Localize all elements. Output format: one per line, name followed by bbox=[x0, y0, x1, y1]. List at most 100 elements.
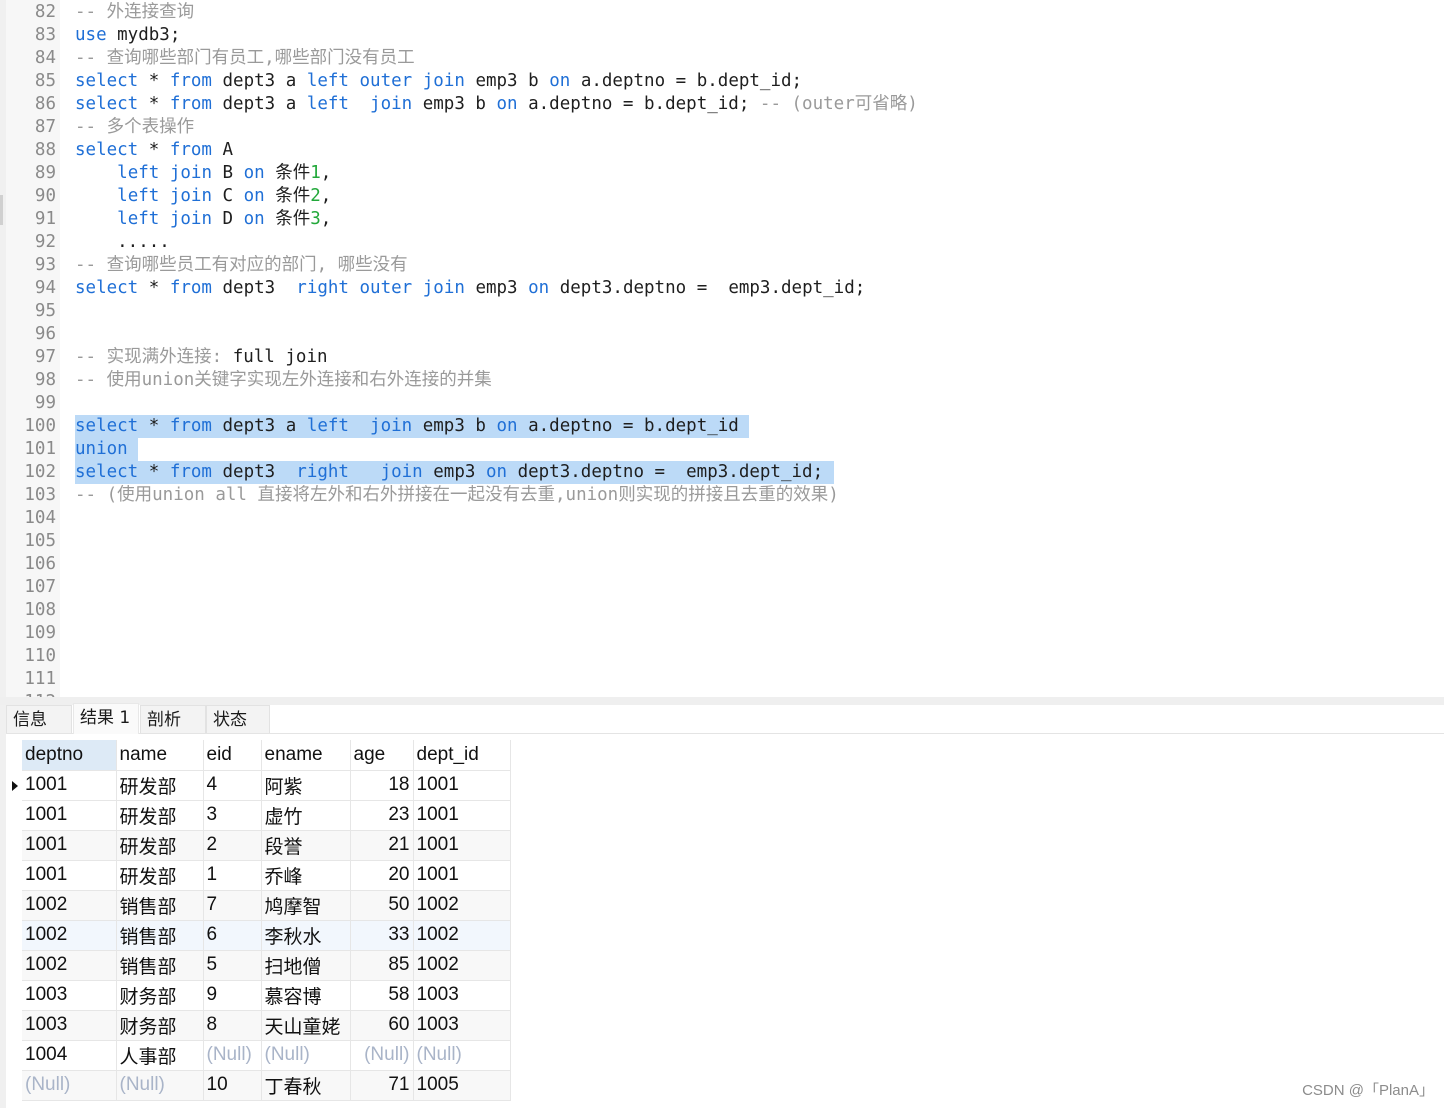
cell-dept-id[interactable]: 1005 bbox=[413, 1070, 511, 1101]
code-line[interactable]: 109 bbox=[6, 622, 1444, 645]
cell-ename[interactable]: 段誉 bbox=[261, 830, 351, 861]
code-line[interactable]: 94 select * from dept3 right outer join e… bbox=[6, 277, 1444, 300]
code-line[interactable]: 86 select * from dept3 a left join emp3 b… bbox=[6, 93, 1444, 116]
cell-ename[interactable]: (Null) bbox=[261, 1040, 351, 1071]
table-row[interactable]: 1004 人事部 (Null) (Null) (Null) (Null) bbox=[22, 1040, 511, 1071]
code-line[interactable]: 105 bbox=[6, 530, 1444, 553]
code-line[interactable]: 100 select * from dept3 a left join emp3 … bbox=[6, 415, 1444, 438]
table-row[interactable]: 1003 财务部 9 慕容博 58 1003 bbox=[22, 980, 511, 1011]
code-line[interactable]: 83 use mydb3; bbox=[6, 24, 1444, 47]
code-line[interactable]: 102 select * from dept3 right join emp3 o… bbox=[6, 461, 1444, 484]
cell-ename[interactable]: 慕容博 bbox=[261, 980, 351, 1011]
cell-name[interactable]: 研发部 bbox=[116, 830, 204, 861]
code-line[interactable]: 84 -- 查询哪些部门有员工,哪些部门没有员工 bbox=[6, 47, 1444, 70]
code-line[interactable]: 107 bbox=[6, 576, 1444, 599]
cell-dept-id[interactable]: 1002 bbox=[413, 920, 511, 951]
cell-name[interactable]: 研发部 bbox=[116, 860, 204, 891]
cell-name[interactable]: 人事部 bbox=[116, 1040, 204, 1071]
cell-age[interactable]: 21 bbox=[350, 830, 414, 861]
cell-ename[interactable]: 鸠摩智 bbox=[261, 890, 351, 921]
code-line[interactable]: 82 -- 外连接查询 bbox=[6, 1, 1444, 24]
cell-name[interactable]: 财务部 bbox=[116, 980, 204, 1011]
cell-eid[interactable]: (Null) bbox=[203, 1040, 262, 1071]
column-header-deptno[interactable]: deptno bbox=[22, 740, 117, 771]
cell-eid[interactable]: 8 bbox=[203, 1010, 262, 1041]
column-header-age[interactable]: age bbox=[350, 740, 414, 771]
tab-profile[interactable]: 剖析 bbox=[140, 705, 206, 733]
cell-name[interactable]: (Null) bbox=[116, 1070, 204, 1101]
cell-dept-id[interactable]: 1001 bbox=[413, 770, 511, 801]
cell-age[interactable]: 71 bbox=[350, 1070, 414, 1101]
cell-dept-id[interactable]: 1002 bbox=[413, 950, 511, 981]
table-row[interactable]: 1002 销售部 6 李秋水 33 1002 bbox=[22, 920, 511, 951]
table-row[interactable]: 1001 研发部 1 乔峰 20 1001 bbox=[22, 860, 511, 891]
code-line[interactable]: 85 select * from dept3 a left outer join … bbox=[6, 70, 1444, 93]
code-line[interactable]: 106 bbox=[6, 553, 1444, 576]
code-line[interactable]: 89 left join B on 条件1, bbox=[6, 162, 1444, 185]
tab-status[interactable]: 状态 bbox=[206, 705, 270, 733]
cell-deptno[interactable]: 1003 bbox=[22, 1010, 117, 1041]
cell-eid[interactable]: 2 bbox=[203, 830, 262, 861]
code-line[interactable]: 93 -- 查询哪些员工有对应的部门, 哪些没有 bbox=[6, 254, 1444, 277]
cell-name[interactable]: 研发部 bbox=[116, 800, 204, 831]
cell-deptno[interactable]: 1002 bbox=[22, 890, 117, 921]
cell-age[interactable]: 50 bbox=[350, 890, 414, 921]
cell-deptno[interactable]: 1002 bbox=[22, 950, 117, 981]
code-line[interactable]: 103 -- (使用union all 直接将左外和右外拼接在一起没有去重,uni… bbox=[6, 484, 1444, 507]
cell-ename[interactable]: 乔峰 bbox=[261, 860, 351, 891]
cell-eid[interactable]: 1 bbox=[203, 860, 262, 891]
cell-eid[interactable]: 5 bbox=[203, 950, 262, 981]
cell-age[interactable]: 33 bbox=[350, 920, 414, 951]
table-row[interactable]: 1001 研发部 2 段誉 21 1001 bbox=[22, 830, 511, 861]
column-header-eid[interactable]: eid bbox=[203, 740, 262, 771]
cell-deptno[interactable]: 1001 bbox=[12, 770, 117, 801]
cell-eid[interactable]: 9 bbox=[203, 980, 262, 1011]
cell-eid[interactable]: 7 bbox=[203, 890, 262, 921]
code-line[interactable]: 111 bbox=[6, 668, 1444, 691]
cell-ename[interactable]: 扫地僧 bbox=[261, 950, 351, 981]
cell-age[interactable]: 58 bbox=[350, 980, 414, 1011]
cell-age[interactable]: 20 bbox=[350, 860, 414, 891]
cell-deptno[interactable]: (Null) bbox=[22, 1070, 117, 1101]
cell-dept-id[interactable]: (Null) bbox=[413, 1040, 511, 1071]
code-line[interactable]: 92 ..... bbox=[6, 231, 1444, 254]
code-line[interactable]: 108 bbox=[6, 599, 1444, 622]
cell-ename[interactable]: 丁春秋 bbox=[261, 1070, 351, 1101]
table-row[interactable]: 1003 财务部 8 天山童姥 60 1003 bbox=[22, 1010, 511, 1041]
cell-name[interactable]: 销售部 bbox=[116, 890, 204, 921]
table-row[interactable]: 1002 销售部 5 扫地僧 85 1002 bbox=[22, 950, 511, 981]
column-header-ename[interactable]: ename bbox=[261, 740, 351, 771]
cell-age[interactable]: 18 bbox=[350, 770, 414, 801]
cell-ename[interactable]: 李秋水 bbox=[261, 920, 351, 951]
table-row[interactable]: 1001 研发部 3 虚竹 23 1001 bbox=[22, 800, 511, 831]
cell-eid[interactable]: 10 bbox=[203, 1070, 262, 1101]
tab-info[interactable]: 信息 bbox=[6, 705, 72, 733]
cell-deptno[interactable]: 1001 bbox=[22, 860, 117, 891]
cell-name[interactable]: 销售部 bbox=[116, 950, 204, 981]
code-line[interactable]: 110 bbox=[6, 645, 1444, 668]
cell-dept-id[interactable]: 1001 bbox=[413, 800, 511, 831]
code-line[interactable]: 95 bbox=[6, 300, 1444, 323]
cell-dept-id[interactable]: 1001 bbox=[413, 860, 511, 891]
cell-age[interactable]: (Null) bbox=[350, 1040, 414, 1071]
column-header-name[interactable]: name bbox=[116, 740, 204, 771]
cell-age[interactable]: 60 bbox=[350, 1010, 414, 1041]
code-line[interactable]: 97 -- 实现满外连接: full join bbox=[6, 346, 1444, 369]
column-header-dept-id[interactable]: dept_id bbox=[413, 740, 511, 771]
code-line[interactable]: 96 bbox=[6, 323, 1444, 346]
code-line[interactable]: 88 select * from A bbox=[6, 139, 1444, 162]
cell-dept-id[interactable]: 1002 bbox=[413, 890, 511, 921]
cell-age[interactable]: 23 bbox=[350, 800, 414, 831]
code-line[interactable]: 101 union bbox=[6, 438, 1444, 461]
table-row[interactable]: (Null) (Null) 10 丁春秋 71 1005 bbox=[22, 1070, 511, 1101]
table-row[interactable]: 1002 销售部 7 鸠摩智 50 1002 bbox=[22, 890, 511, 921]
cell-dept-id[interactable]: 1003 bbox=[413, 1010, 511, 1041]
cell-eid[interactable]: 6 bbox=[203, 920, 262, 951]
cell-deptno[interactable]: 1004 bbox=[22, 1040, 117, 1071]
cell-eid[interactable]: 4 bbox=[203, 770, 262, 801]
cell-deptno[interactable]: 1001 bbox=[22, 830, 117, 861]
cell-name[interactable]: 研发部 bbox=[116, 770, 204, 801]
cell-ename[interactable]: 阿紫 bbox=[261, 770, 351, 801]
table-row[interactable]: 1001 研发部 4 阿紫 18 1001 bbox=[12, 770, 511, 801]
cell-dept-id[interactable]: 1001 bbox=[413, 830, 511, 861]
